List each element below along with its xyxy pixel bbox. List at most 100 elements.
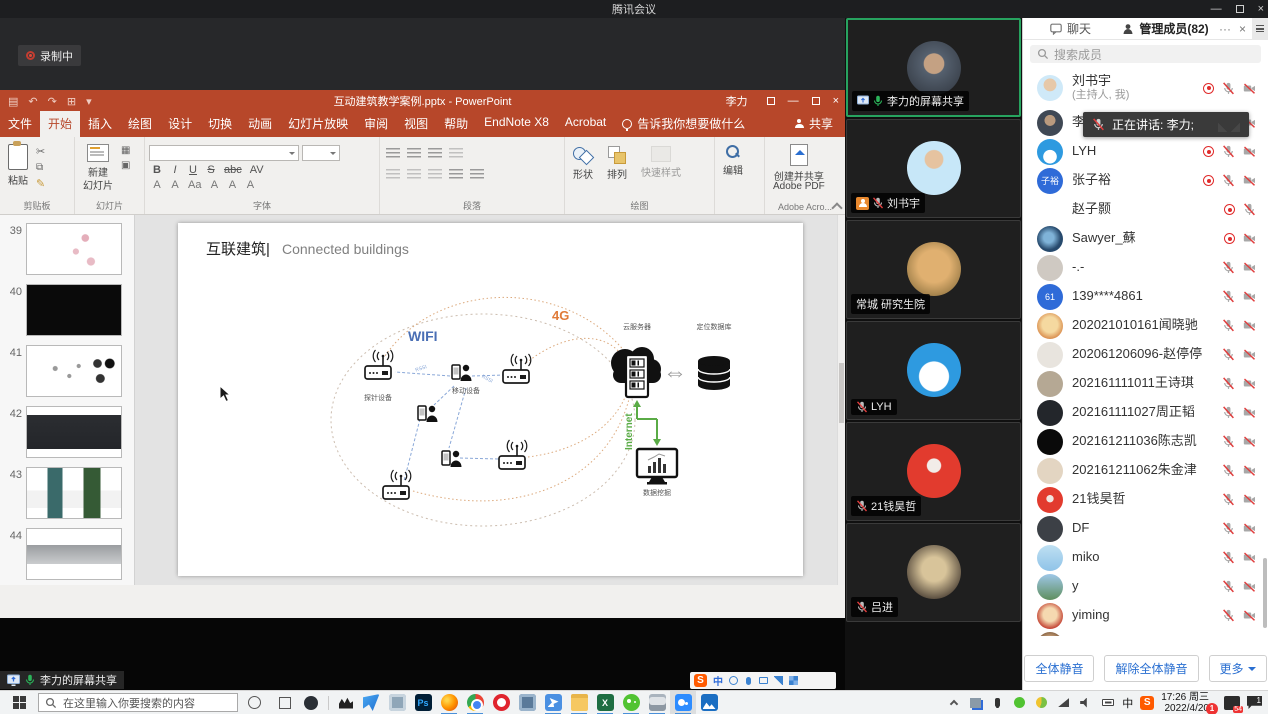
- more-button[interactable]: 更多: [1209, 655, 1267, 682]
- member-row[interactable]: Z.Si: [1023, 630, 1268, 636]
- font-style-button[interactable]: U: [188, 164, 198, 176]
- taskbar-app-icon[interactable]: [618, 691, 644, 714]
- sogou-toolbar[interactable]: S 中: [690, 672, 836, 689]
- format-painter-icon[interactable]: ✎: [36, 177, 45, 190]
- slideshow-icon[interactable]: ⊞: [67, 95, 76, 108]
- slide-thumbnail-image[interactable]: [26, 467, 122, 519]
- reset-icon[interactable]: ▣: [121, 160, 130, 171]
- quick-access-toolbar[interactable]: ▤ ↶ ↷ ⊞ ▾: [0, 95, 92, 108]
- taskbar-app-icon[interactable]: [566, 691, 592, 714]
- member-row[interactable]: 刘书宇 (主持人, 我): [1023, 68, 1268, 108]
- redo-icon[interactable]: ↷: [48, 95, 57, 108]
- mute-all-button[interactable]: 全体静音: [1024, 655, 1094, 682]
- panel-more-icon[interactable]: ···: [1219, 22, 1231, 36]
- emoji-icon[interactable]: [729, 676, 738, 685]
- ribbon-tab[interactable]: 绘图: [120, 111, 160, 137]
- video-tile[interactable]: 吕进: [846, 523, 1021, 622]
- mic-muted-icon[interactable]: [1222, 174, 1235, 187]
- slide-thumbnail-image[interactable]: [26, 528, 122, 580]
- ribbon-options-icon[interactable]: [767, 97, 775, 105]
- mic-muted-icon[interactable]: [1222, 464, 1235, 477]
- member-row[interactable]: 202161111027周正韬: [1023, 398, 1268, 427]
- slide-thumbnail[interactable]: 39: [0, 223, 134, 284]
- toolbox-icon[interactable]: [789, 676, 798, 685]
- app-icon-bat[interactable]: [339, 697, 353, 709]
- font-effect-button[interactable]: A: [245, 179, 255, 191]
- slide-thumbnail-panel[interactable]: 39 40 41 42 43: [0, 215, 135, 585]
- member-row[interactable]: 子裕 张子裕: [1023, 166, 1268, 195]
- sogou-logo-icon[interactable]: S: [694, 674, 707, 687]
- member-row[interactable]: 202161211062朱金津: [1023, 456, 1268, 485]
- indent-decrease-icon[interactable]: [449, 148, 463, 160]
- font-style-button[interactable]: B: [152, 164, 162, 176]
- member-row[interactable]: yiming: [1023, 601, 1268, 630]
- video-tile[interactable]: 常城 研究生院: [846, 220, 1021, 319]
- slide-thumbnail-image[interactable]: [26, 406, 122, 458]
- arrange-button[interactable]: 排列: [603, 144, 631, 200]
- member-row[interactable]: Sawyer_蘇: [1023, 224, 1268, 253]
- ime-indicator[interactable]: 中: [1122, 695, 1133, 711]
- mic-muted-icon[interactable]: [1222, 290, 1235, 303]
- slide-thumbnail-image[interactable]: [26, 223, 122, 275]
- ribbon-tab[interactable]: 动画: [240, 111, 280, 137]
- slide-thumbnail[interactable]: 44: [0, 528, 134, 585]
- tell-me-box[interactable]: 告诉我你想要做什么: [614, 111, 753, 137]
- slide-thumbnail[interactable]: 41: [0, 345, 134, 406]
- soft-keyboard-icon[interactable]: [759, 677, 768, 684]
- member-row[interactable]: 202061206096-赵停停: [1023, 340, 1268, 369]
- member-row[interactable]: 202161211036陈志凯: [1023, 427, 1268, 456]
- member-row[interactable]: -.-: [1023, 253, 1268, 282]
- slide-thumbnail-image[interactable]: [26, 345, 122, 397]
- tray-icon[interactable]: [990, 695, 1005, 710]
- camera-off-icon[interactable]: [1243, 522, 1256, 535]
- ribbon-tab[interactable]: 文件: [0, 111, 40, 137]
- ppt-maximize-button[interactable]: [812, 97, 820, 105]
- mic-muted-icon[interactable]: [1243, 203, 1256, 216]
- camera-off-icon[interactable]: [1243, 580, 1256, 593]
- adobe-pdf-button[interactable]: 创建并共享 Adobe PDF: [769, 142, 829, 200]
- ribbon-tab[interactable]: 审阅: [356, 111, 396, 137]
- font-effect-button[interactable]: A: [152, 179, 162, 191]
- tray-icon[interactable]: [946, 695, 961, 710]
- paste-button[interactable]: 粘贴: [4, 142, 32, 200]
- member-row[interactable]: 61 139****4861: [1023, 282, 1268, 311]
- sogou-tray-icon[interactable]: S: [1140, 696, 1154, 710]
- bullet-list-icon[interactable]: [386, 148, 400, 160]
- save-icon[interactable]: ▤: [8, 95, 18, 108]
- tray-icon[interactable]: [1056, 695, 1071, 710]
- font-style-button[interactable]: AV: [250, 164, 264, 176]
- font-effect-button[interactable]: Aa: [188, 179, 201, 191]
- cortana-icon[interactable]: [248, 696, 261, 709]
- panel-close-icon[interactable]: ×: [1239, 22, 1246, 36]
- taskbar-app-icon[interactable]: [540, 691, 566, 714]
- unmute-all-button[interactable]: 解除全体静音: [1104, 655, 1198, 682]
- action-center-icon[interactable]: 1: [1247, 696, 1262, 709]
- task-view-icon[interactable]: [279, 697, 291, 709]
- ppt-close-button[interactable]: ×: [833, 95, 839, 107]
- taskbar-app-icon[interactable]: [358, 691, 384, 714]
- align-right-icon[interactable]: [428, 169, 442, 181]
- taskbar-app-icon[interactable]: [696, 691, 722, 714]
- undo-icon[interactable]: ↶: [28, 95, 37, 108]
- layout-icon[interactable]: ▦: [121, 145, 130, 156]
- ribbon-tab[interactable]: Acrobat: [557, 111, 614, 137]
- member-list[interactable]: 刘书宇 (主持人, 我) 李力: [1023, 68, 1268, 636]
- font-style-button[interactable]: I: [170, 164, 180, 176]
- ribbon-tab[interactable]: 幻灯片放映: [280, 111, 356, 137]
- message-count-icon[interactable]: 54: [1224, 696, 1240, 710]
- camera-off-icon[interactable]: [1243, 82, 1256, 95]
- camera-off-icon[interactable]: [1243, 609, 1256, 622]
- taskbar-app-icon[interactable]: [644, 691, 670, 714]
- mic-muted-icon[interactable]: [1222, 522, 1235, 535]
- edit-button[interactable]: 编辑: [719, 142, 747, 200]
- mic-muted-icon[interactable]: [1222, 609, 1235, 622]
- app-icon-dark[interactable]: [304, 696, 318, 710]
- member-row[interactable]: 202161111011王诗琪: [1023, 369, 1268, 398]
- taskbar-app-icon[interactable]: [670, 691, 696, 714]
- canvas-scrollbar[interactable]: [837, 215, 845, 585]
- justify-icon[interactable]: [449, 169, 463, 181]
- handwriting-icon[interactable]: [774, 676, 783, 685]
- mic-muted-icon[interactable]: [1222, 493, 1235, 506]
- ribbon-tab[interactable]: EndNote X8: [476, 111, 557, 137]
- minimize-button[interactable]: —: [1211, 3, 1222, 15]
